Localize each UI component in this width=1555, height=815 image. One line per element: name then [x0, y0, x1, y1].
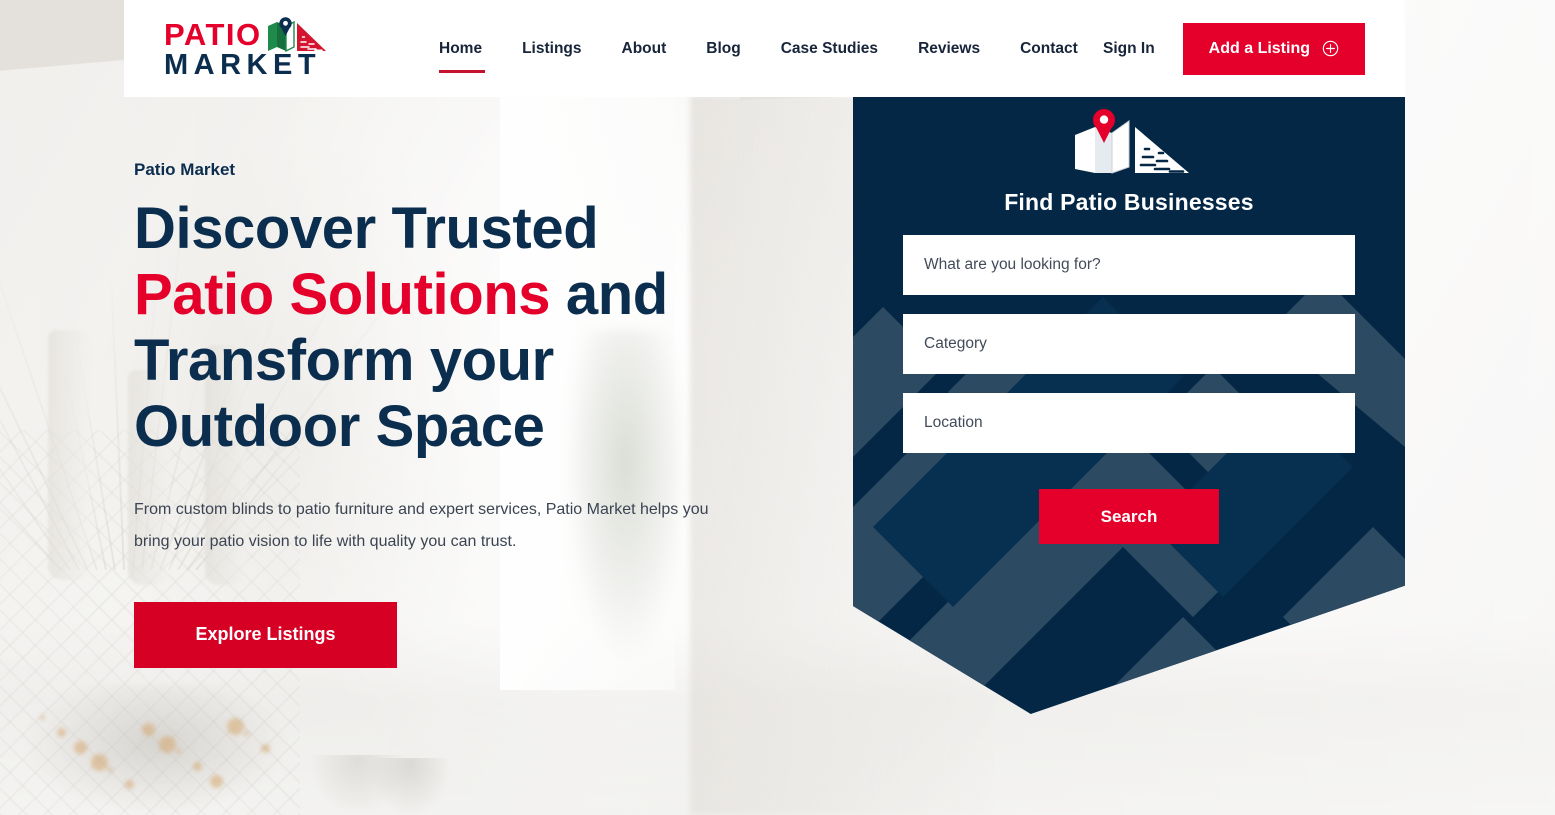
nav-item-case-studies[interactable]: Case Studies [761, 41, 898, 57]
nav-label: Listings [522, 39, 582, 57]
headline-line-3: Transform your [134, 328, 554, 394]
search-category-placeholder: Category [924, 335, 987, 352]
nav-label: Reviews [918, 39, 981, 57]
main-navigation: Home Listings About Blog Case Studies Re… [419, 39, 1098, 74]
nav-label: Contact [1020, 39, 1078, 57]
logo-text-patio: PATIO [164, 16, 262, 52]
add-listing-label: Add a Listing [1208, 39, 1310, 57]
hero-content: Patio Market Discover Trusted Patio Solu… [134, 160, 834, 668]
patio-market-map-pin-awning-logo-icon [264, 16, 328, 53]
explore-listings-button[interactable]: Explore Listings [134, 601, 397, 668]
nav-item-blog[interactable]: Blog [686, 41, 760, 57]
search-category-input[interactable]: Category [903, 314, 1355, 374]
nav-label: Home [439, 39, 483, 57]
panel-content: Find Patio Businesses What are you looki… [853, 97, 1405, 544]
search-location-placeholder: Location [924, 414, 983, 431]
add-listing-button[interactable]: Add a Listing [1182, 22, 1365, 75]
nav-item-about[interactable]: About [602, 41, 687, 57]
nav-item-contact[interactable]: Contact [1000, 41, 1098, 57]
brand-logo[interactable]: PATIO MARKET [164, 16, 364, 82]
headline-line-1: Discover Trusted [134, 196, 599, 261]
hero-paragraph: From custom blinds to patio furniture an… [134, 501, 709, 550]
map-pin-awning-icon [1067, 107, 1192, 175]
header-actions: Sign In Add a Listing [1103, 22, 1365, 75]
headline-line-4: Outdoor Space [134, 394, 545, 460]
hero-eyebrow: Patio Market [134, 160, 236, 179]
search-keyword-input[interactable]: What are you looking for? [903, 235, 1355, 295]
search-button[interactable]: Search [1039, 489, 1219, 544]
nav-item-home[interactable]: Home [419, 39, 502, 74]
nav-label: Blog [706, 39, 741, 57]
nav-item-reviews[interactable]: Reviews [898, 41, 1000, 57]
nav-label: About [621, 39, 667, 57]
headline-highlight: Patio Solutions [134, 262, 551, 328]
search-keyword-placeholder: What are you looking for? [924, 256, 1101, 273]
active-nav-underline [439, 70, 485, 74]
nav-item-listings[interactable]: Listings [502, 41, 601, 57]
plus-circle-icon [1322, 40, 1339, 57]
panel-title: Find Patio Businesses [1004, 189, 1254, 215]
hero-headline: Discover Trusted Patio Solutions and Tra… [134, 196, 834, 460]
sign-in-link[interactable]: Sign In [1103, 40, 1155, 58]
headline-line-2-tail: and [550, 262, 668, 328]
site-header: PATIO MARKET Home Listings About Blog Ca… [124, 0, 1405, 97]
nav-label: Case Studies [780, 39, 879, 57]
logo-text-market: MARKET [164, 49, 322, 82]
search-location-input[interactable]: Location [903, 393, 1355, 453]
